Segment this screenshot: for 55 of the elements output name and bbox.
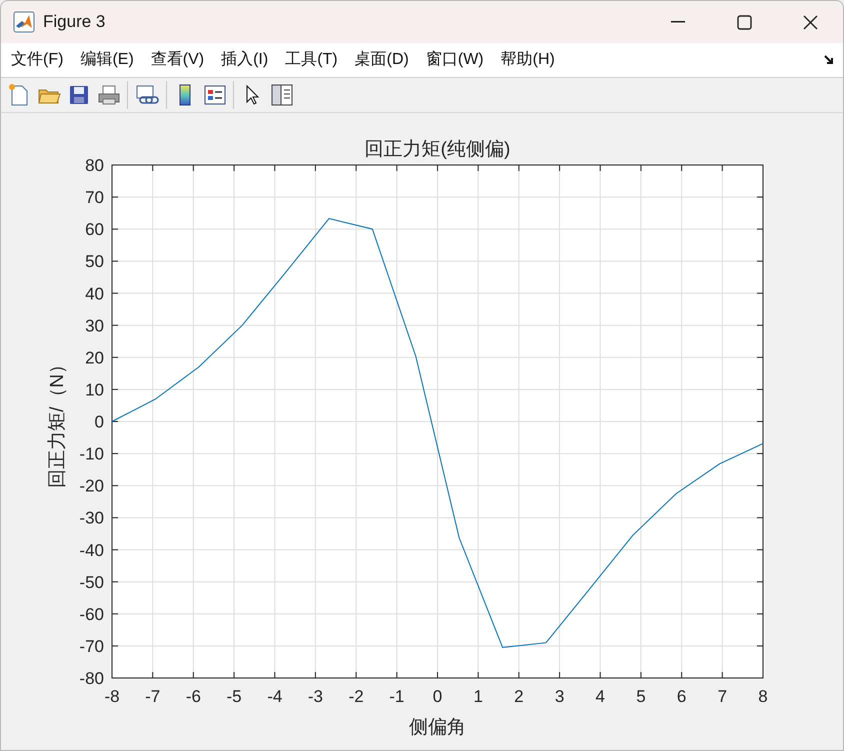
menu-item[interactable]: 帮助(H): [494, 48, 561, 72]
y-tick-label: 10: [85, 380, 104, 400]
x-tick-label: 4: [596, 687, 605, 706]
menu-item[interactable]: 编辑(E): [74, 48, 140, 72]
x-tick-label: 2: [514, 687, 524, 706]
x-tick-label: 8: [758, 687, 768, 706]
y-tick-label: -80: [79, 669, 104, 688]
y-tick-label: 40: [85, 284, 104, 304]
y-tick-label: -10: [79, 444, 104, 464]
dock-arrow-icon[interactable]: [823, 54, 835, 66]
x-axis-label: 侧偏角: [409, 717, 466, 738]
y-tick-label: -20: [79, 476, 104, 496]
app-logo-icon: [13, 11, 35, 34]
chart-title: 回正力矩(纯侧偏): [364, 139, 510, 160]
y-tick-label: 80: [85, 156, 104, 175]
y-tick-label: 30: [85, 316, 104, 336]
x-tick-label: 3: [554, 687, 564, 706]
menu-item[interactable]: 查看(V): [144, 48, 210, 72]
x-tick-label: 5: [636, 687, 646, 706]
y-tick-label: 20: [85, 348, 104, 368]
menu-item[interactable]: 文件(F): [5, 48, 70, 72]
y-tick-label: -70: [79, 636, 104, 656]
y-tick-label: -60: [79, 604, 104, 624]
x-tick-label: -7: [145, 687, 160, 706]
menu-item[interactable]: 工具(T): [279, 48, 344, 72]
x-tick-label: 7: [718, 687, 728, 706]
maximize-icon: [736, 14, 752, 30]
x-tick-label: -8: [104, 687, 120, 706]
y-tick-label: 60: [85, 220, 104, 240]
x-tick-label: -3: [308, 687, 323, 706]
y-tick-label: -30: [79, 508, 104, 528]
x-tick-label: -5: [226, 687, 242, 706]
x-tick-label: -2: [348, 687, 364, 706]
y-axis-label: 回正力矩/（N）: [47, 355, 68, 488]
legend-icon[interactable]: [203, 82, 227, 107]
x-tick-label: 0: [432, 687, 442, 706]
y-tick-label: 0: [94, 412, 104, 432]
x-tick-label: -4: [267, 687, 282, 706]
window-title: Figure 3: [43, 11, 106, 34]
y-tick-label: 70: [85, 188, 104, 208]
property-panel-icon[interactable]: [270, 82, 294, 107]
link-icon[interactable]: [134, 82, 160, 107]
y-tick-label: -40: [79, 540, 104, 560]
x-tick-label: 6: [676, 687, 686, 706]
minimize-icon: [671, 21, 685, 24]
x-tick-label: -1: [389, 687, 404, 706]
print-icon[interactable]: [97, 82, 121, 107]
y-tick-label: 50: [85, 252, 104, 272]
x-tick-label: -6: [186, 687, 201, 706]
menu-item[interactable]: 插入(I): [215, 48, 274, 72]
close-icon: [802, 14, 818, 30]
menu-item[interactable]: 窗口(W): [420, 48, 490, 72]
x-tick-label: 1: [473, 687, 483, 706]
y-tick-label: -50: [79, 572, 104, 592]
menu-item[interactable]: 桌面(D): [348, 48, 415, 72]
